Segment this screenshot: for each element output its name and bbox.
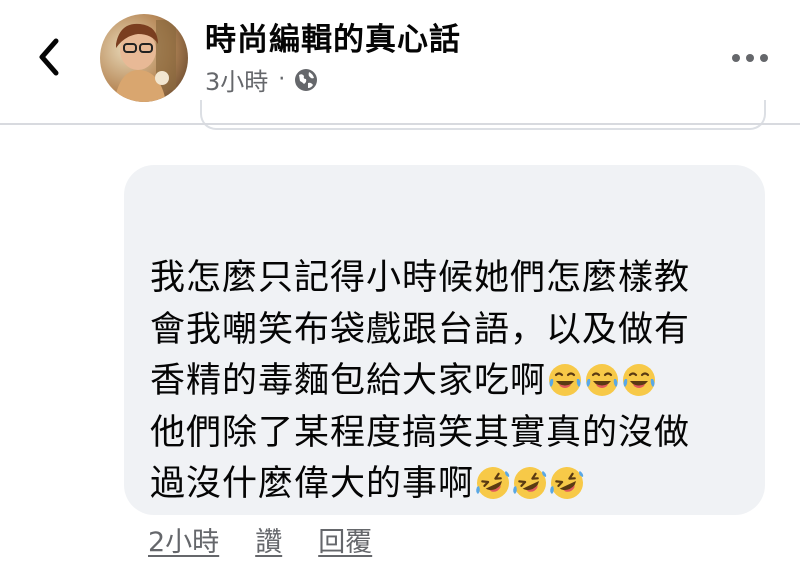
- comment-line: 我怎麼只記得小時候她們怎麼樣教: [150, 258, 691, 298]
- avatar-image: [100, 14, 188, 102]
- page-title[interactable]: 時尚編輯的真心話: [205, 14, 461, 59]
- comment-line: 香精的毒麵包給大家吃啊: [150, 361, 547, 401]
- comment-line: 過沒什麼偉大的事啊: [150, 464, 475, 504]
- rolling-laughing-emoji-icon: [550, 467, 584, 499]
- comment-actions: 2小時 讚 回覆: [148, 520, 372, 559]
- comment-line-with-emoji: 過沒什麼偉大的事啊: [150, 459, 755, 511]
- chevron-left-icon: [39, 38, 59, 76]
- avatar[interactable]: [100, 14, 188, 102]
- previous-comment-edge: [200, 100, 766, 130]
- comment-text: 我怎麼只記得小時候她們怎麼樣教 會我嘲笑布袋戲跟台語，以及做有 香精的毒麵包給大…: [150, 253, 755, 511]
- laughing-tears-emoji-icon: [549, 364, 582, 396]
- header-divider: [0, 123, 800, 125]
- comment-line: 會我嘲笑布袋戲跟台語，以及做有: [150, 309, 691, 350]
- more-dots-icon: [732, 54, 768, 62]
- comment-line: 他們除了某程度搞笑其實真的沒做: [150, 412, 691, 453]
- laughing-tears-emoji-icon: [586, 364, 619, 396]
- rolling-laughing-emoji-icon: [476, 467, 510, 499]
- like-button[interactable]: 讚: [255, 520, 282, 559]
- comment-bubble[interactable]: 我怎麼只記得小時候她們怎麼樣教 會我嘲笑布袋戲跟台語，以及做有 香精的毒麵包給大…: [124, 165, 765, 515]
- laughing-tears-emoji-icon: [623, 364, 656, 396]
- more-options-button[interactable]: [730, 38, 770, 78]
- comment-line-with-emoji: 香精的毒麵包給大家吃啊: [150, 356, 755, 408]
- back-button[interactable]: [26, 30, 72, 84]
- reply-button[interactable]: 回覆: [318, 520, 372, 559]
- rolling-laughing-emoji-icon: [513, 467, 547, 499]
- comment-time-link[interactable]: 2小時: [148, 520, 219, 559]
- globe-icon: [295, 68, 318, 91]
- separator-dot: ·: [278, 67, 286, 92]
- post-time[interactable]: 3小時: [205, 62, 268, 97]
- post-meta: 3小時 ·: [205, 62, 319, 97]
- post-comment-screen: 時尚編輯的真心話 3小時 · 我怎麼只記得小時候她們怎麼樣教 會我嘲笑布袋戲跟台…: [0, 0, 800, 567]
